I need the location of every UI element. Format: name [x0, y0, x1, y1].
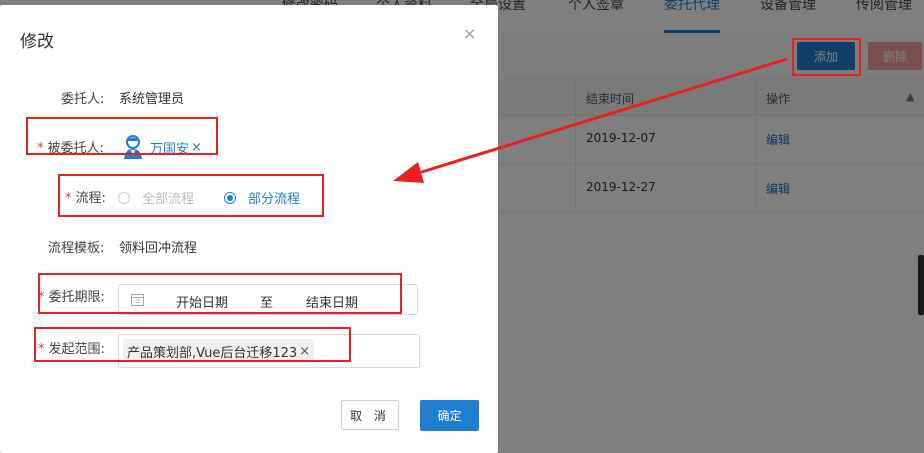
annotation-arrow [393, 57, 788, 183]
